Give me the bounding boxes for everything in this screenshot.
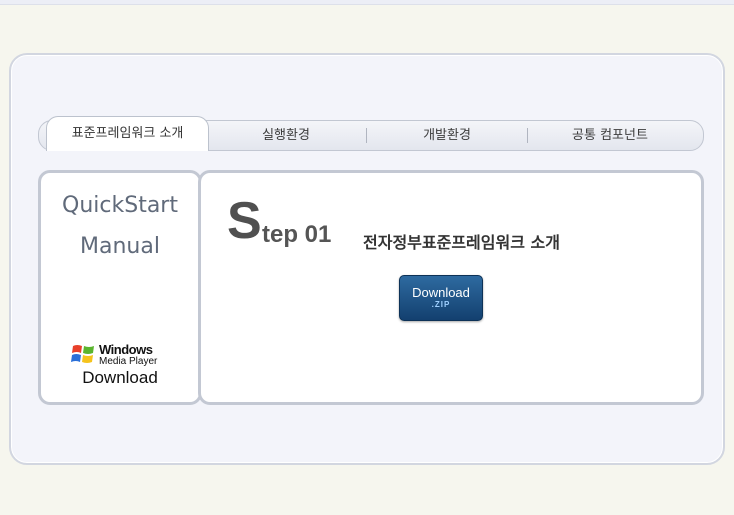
top-strip (0, 0, 734, 5)
tab-separator (366, 128, 367, 143)
tab-separator (527, 128, 528, 143)
manual-title: Manual (80, 234, 160, 259)
step-letter: S (227, 192, 262, 250)
main-content-panel: S tep 01 전자정부표준프레임워크 소개 Download .ZIP (198, 170, 704, 405)
step-title: 전자정부표준프레임워크 소개 (363, 233, 560, 252)
wmp-download-link[interactable]: Windows Media Player Download (41, 341, 199, 391)
zip-label: .ZIP (431, 300, 451, 309)
wmp-media-player-label: Media Player (99, 356, 158, 367)
tab-runtime-env[interactable]: 실행환경 (209, 121, 363, 150)
wmp-windows-label: Windows (99, 342, 153, 357)
windows-flag-icon (71, 345, 94, 363)
download-button-label: Download (412, 285, 470, 300)
tab-framework-intro[interactable]: 표준프레임워크 소개 (46, 116, 209, 151)
download-zip-button[interactable]: Download .ZIP (399, 275, 483, 321)
quickstart-title: QuickStart (62, 193, 178, 218)
quickstart-sidebar: QuickStart Manual Windows Media Player D… (38, 170, 202, 405)
tab-common-components[interactable]: 공통 컴포넌트 (530, 121, 690, 150)
tab-bar: 표준프레임워크 소개 실행환경 개발환경 공통 컴포넌트 (38, 116, 704, 151)
wmp-download-label: Download (82, 368, 158, 387)
step-number: tep 01 (262, 221, 332, 248)
tab-dev-env[interactable]: 개발환경 (369, 121, 525, 150)
